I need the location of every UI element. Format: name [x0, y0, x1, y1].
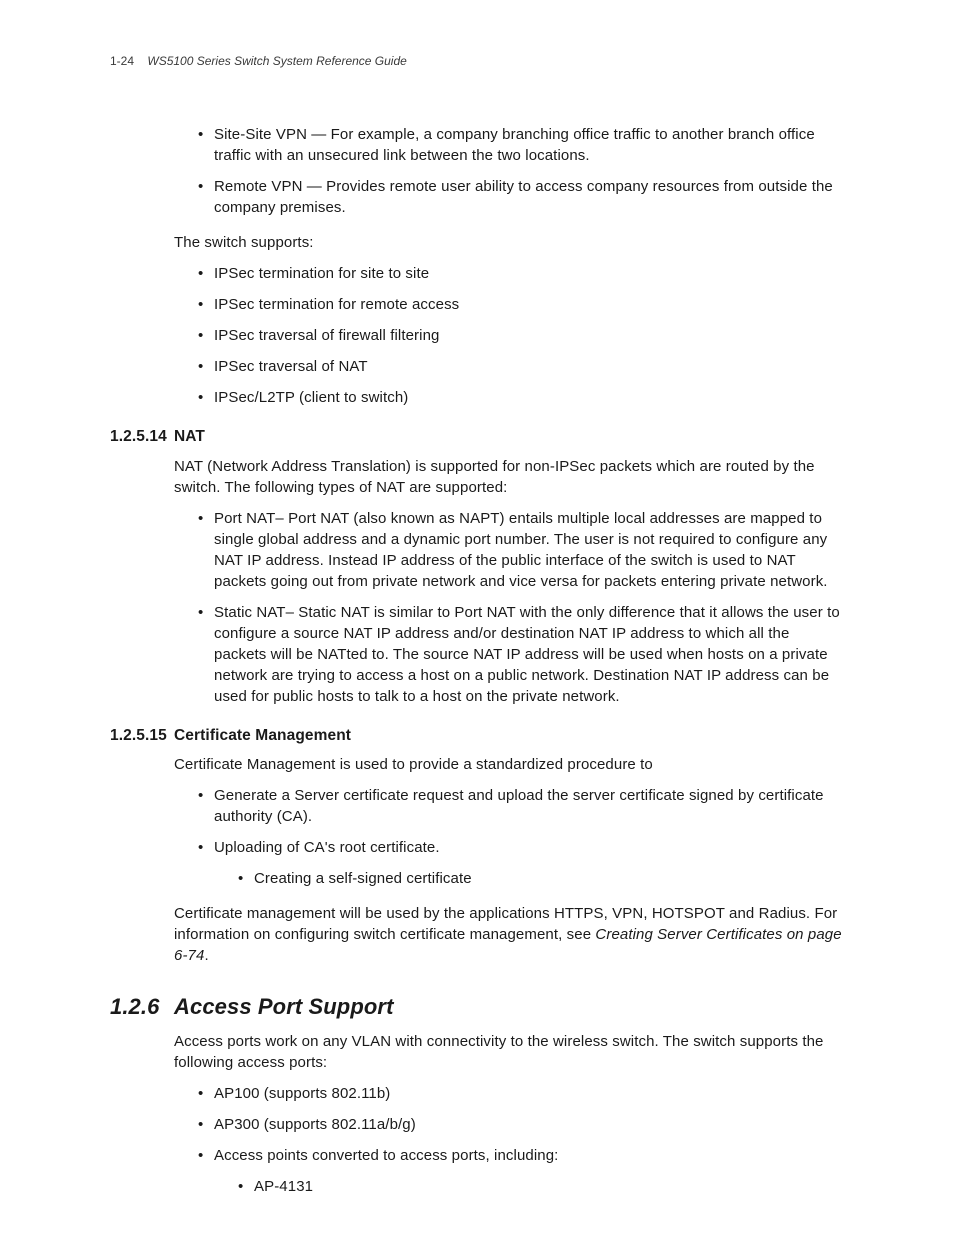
section-title: Access Port Support	[174, 992, 394, 1023]
switch-supports-label: The switch supports:	[174, 232, 844, 253]
list-item: IPSec/L2TP (client to switch)	[198, 387, 844, 408]
vpn-bullets: Site-Site VPN — For example, a company b…	[198, 124, 844, 218]
section-title: NAT	[174, 426, 205, 448]
list-item: Generate a Server certificate request an…	[198, 785, 844, 827]
doc-title: WS5100 Series Switch System Reference Gu…	[147, 54, 406, 68]
section-heading-nat: 1.2.5.14 NAT	[110, 426, 844, 448]
page: 1-24 WS5100 Series Switch System Referen…	[0, 0, 954, 1235]
page-number: 1-24	[110, 54, 134, 68]
list-item: Static NAT– Static NAT is similar to Por…	[198, 602, 844, 707]
list-item: IPSec termination for site to site	[198, 263, 844, 284]
section-title: Certificate Management	[174, 725, 351, 747]
list-item: IPSec traversal of NAT	[198, 356, 844, 377]
list-item: Site-Site VPN — For example, a company b…	[198, 124, 844, 166]
list-item: AP-4131	[238, 1176, 844, 1197]
cert-intro: Certificate Management is used to provid…	[174, 754, 844, 775]
access-subbullets: AP-4131	[238, 1176, 844, 1197]
list-item: AP300 (supports 802.11a/b/g)	[198, 1114, 844, 1135]
list-item: Creating a self-signed certificate	[238, 868, 844, 889]
list-item-text: Access points converted to access ports,…	[214, 1147, 558, 1164]
section-heading-access: 1.2.6 Access Port Support	[110, 992, 844, 1023]
list-item: Port NAT– Port NAT (also known as NAPT) …	[198, 508, 844, 592]
list-item: Uploading of CA's root certificate. Crea…	[198, 837, 844, 889]
switch-supports-bullets: IPSec termination for site to site IPSec…	[198, 263, 844, 408]
section-number: 1.2.6	[110, 992, 174, 1023]
list-item: IPSec termination for remote access	[198, 294, 844, 315]
section-heading-cert: 1.2.5.15 Certificate Management	[110, 725, 844, 747]
running-header: 1-24 WS5100 Series Switch System Referen…	[110, 54, 844, 68]
page-content: Site-Site VPN — For example, a company b…	[110, 124, 844, 1197]
list-item: IPSec traversal of firewall filtering	[198, 325, 844, 346]
list-item: Remote VPN — Provides remote user abilit…	[198, 176, 844, 218]
nat-intro: NAT (Network Address Translation) is sup…	[174, 456, 844, 498]
list-item: Access points converted to access ports,…	[198, 1145, 844, 1197]
cert-outro-suffix: .	[204, 947, 208, 964]
access-intro: Access ports work on any VLAN with conne…	[174, 1031, 844, 1073]
list-item-text: Uploading of CA's root certificate.	[214, 839, 440, 856]
cert-bullets: Generate a Server certificate request an…	[198, 785, 844, 889]
list-item: AP100 (supports 802.11b)	[198, 1083, 844, 1104]
access-bullets: AP100 (supports 802.11b) AP300 (supports…	[198, 1083, 844, 1197]
section-number: 1.2.5.14	[110, 426, 174, 448]
nat-bullets: Port NAT– Port NAT (also known as NAPT) …	[198, 508, 844, 707]
cert-outro: Certificate management will be used by t…	[174, 903, 844, 966]
cert-subbullets: Creating a self-signed certificate	[238, 868, 844, 889]
section-number: 1.2.5.15	[110, 725, 174, 747]
